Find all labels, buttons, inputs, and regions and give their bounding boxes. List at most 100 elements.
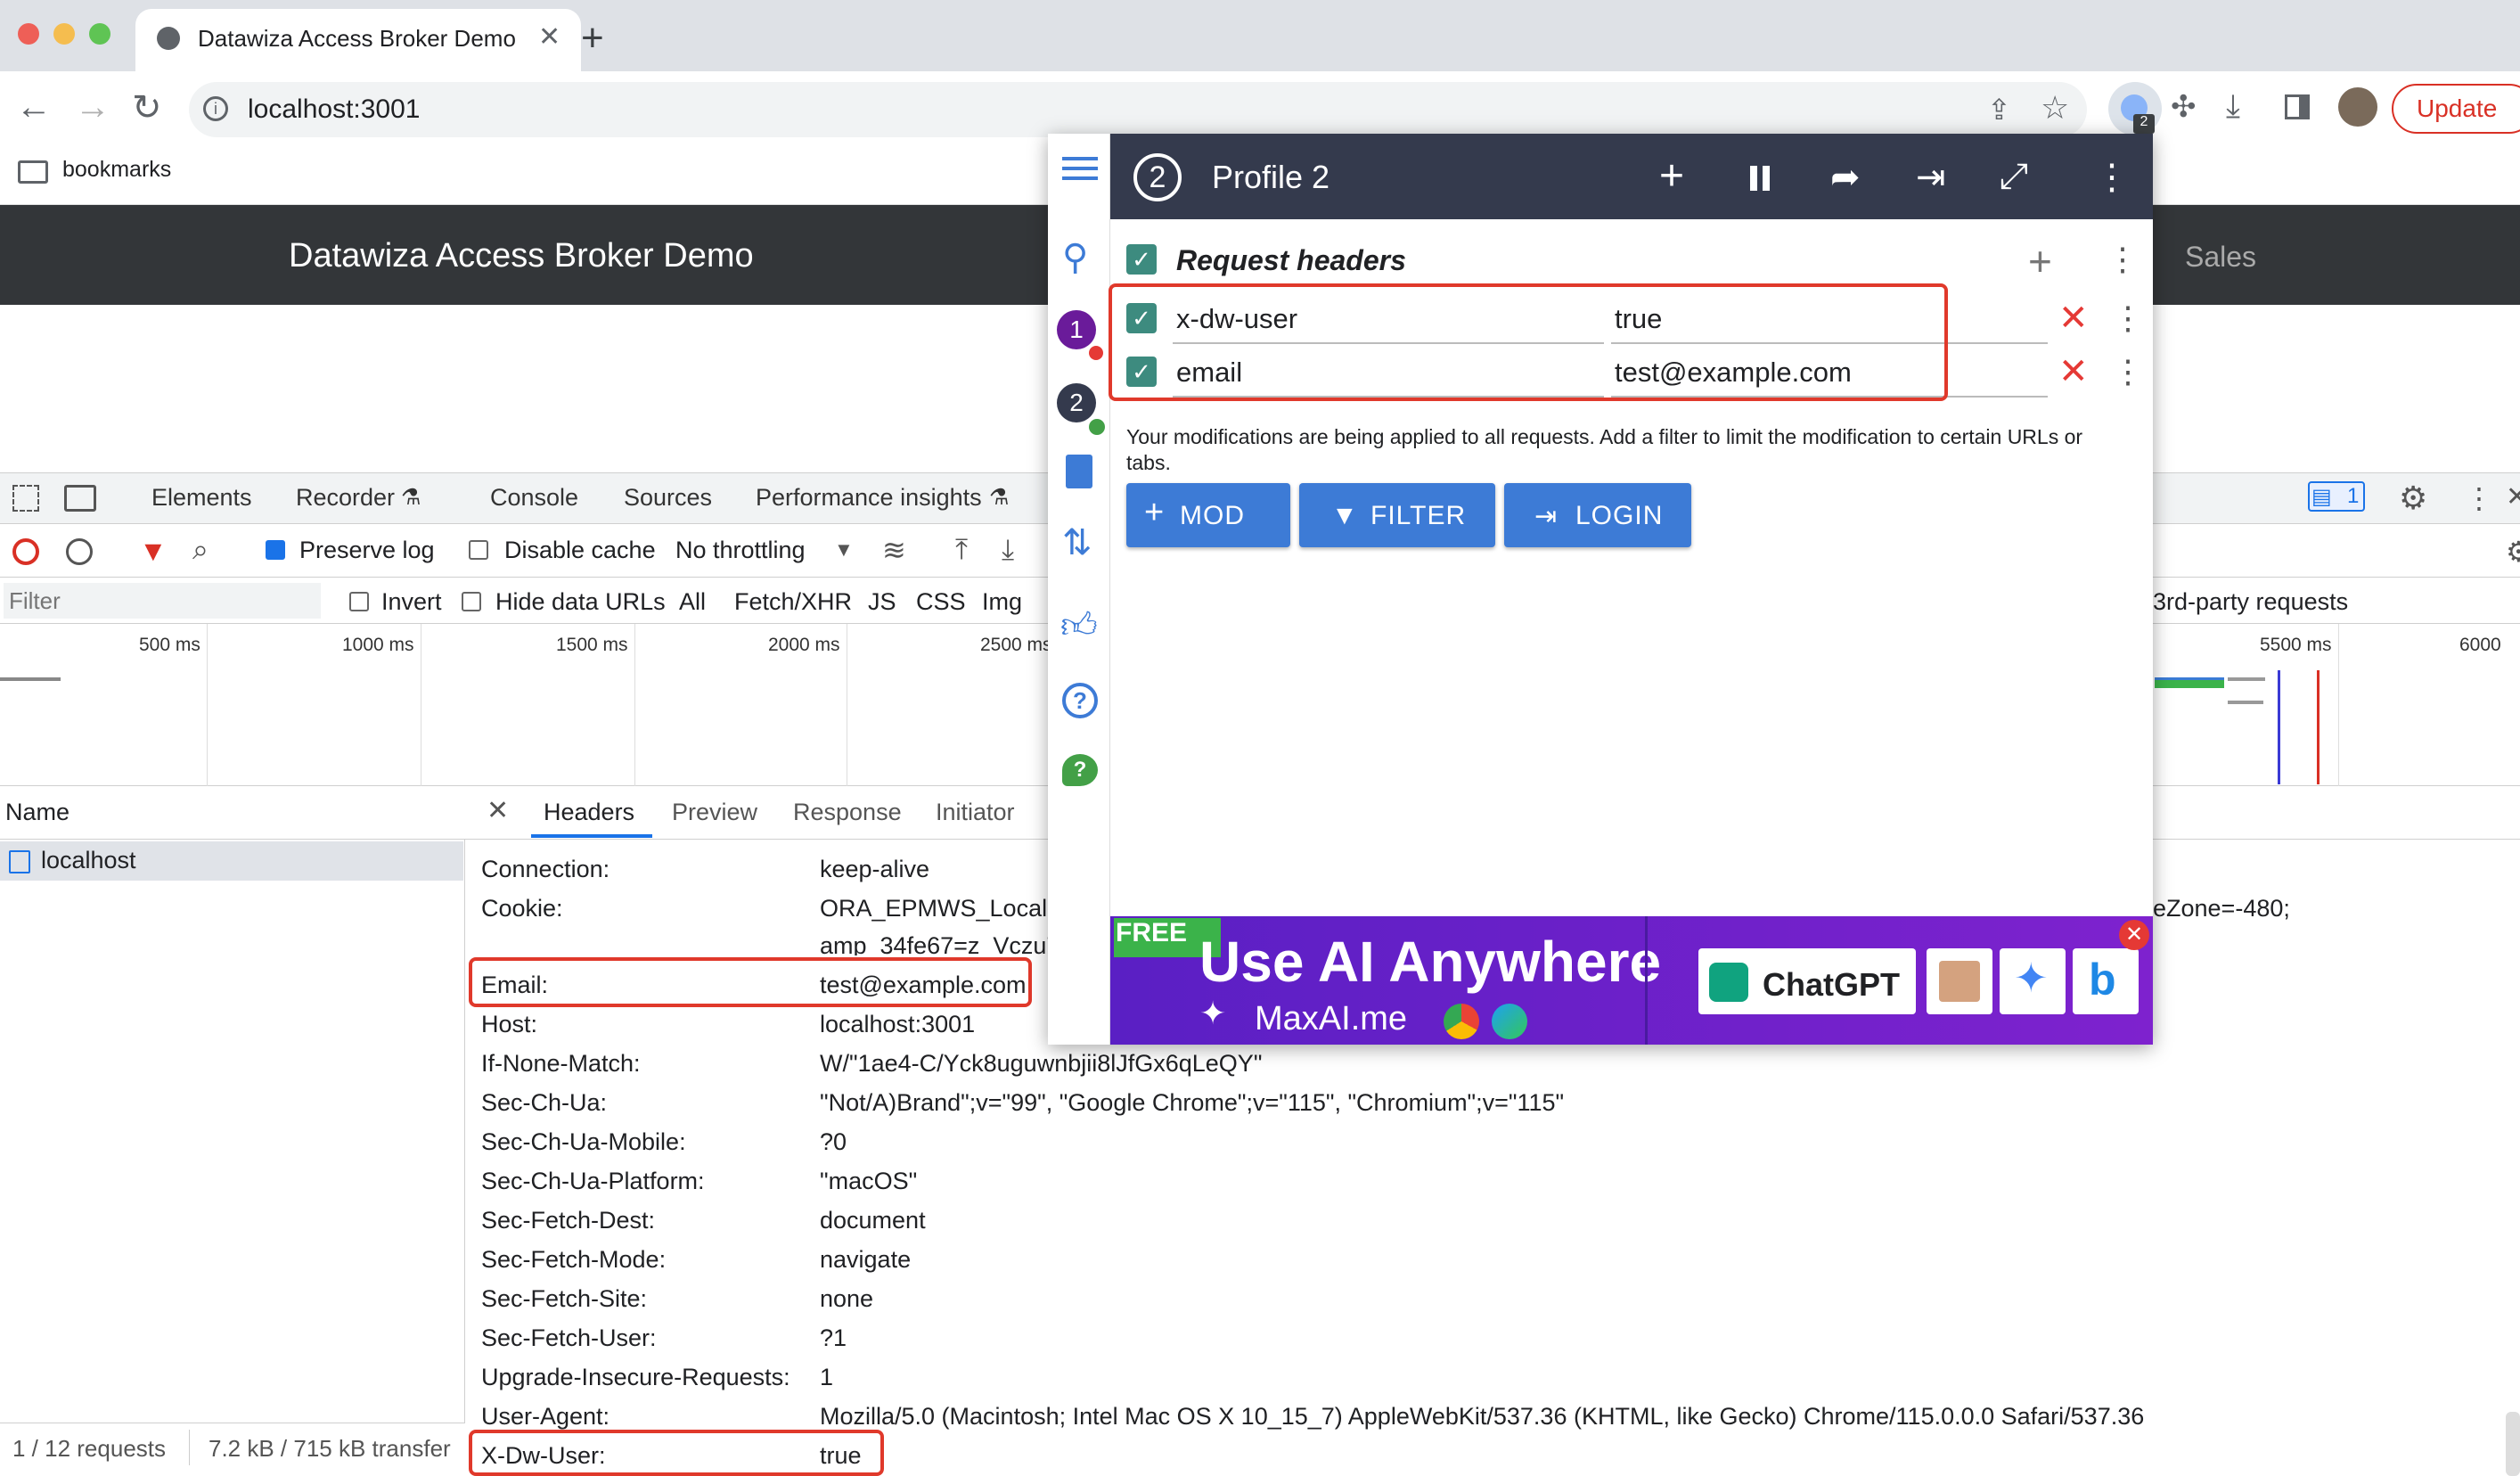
more-options-icon[interactable]: ⋮ [2094, 157, 2130, 198]
divider [189, 1430, 190, 1465]
filter-type-fetch-xhr[interactable]: Fetch/XHR [734, 588, 852, 616]
login-icon[interactable]: ⇥ [1916, 157, 1946, 198]
add-mod-label: MOD [1180, 501, 1245, 530]
minimize-window-button[interactable] [53, 23, 75, 45]
filter-type-css[interactable]: CSS [916, 588, 966, 616]
network-conditions-icon[interactable]: ≋ [882, 533, 906, 567]
profile-1-status-dot [1089, 346, 1103, 360]
section-menu-icon[interactable]: ⋮ [2107, 241, 2139, 278]
filter-type-js[interactable]: JS [868, 588, 896, 616]
hide-data-urls-checkbox[interactable] [462, 592, 481, 611]
profile-1-button[interactable]: 1 [1057, 310, 1096, 349]
url-text[interactable]: localhost:3001 [248, 94, 420, 125]
invert-checkbox[interactable] [349, 592, 369, 611]
detail-tab-response[interactable]: Response [793, 799, 902, 826]
close-ad-icon[interactable]: ✕ [2119, 920, 2149, 950]
header-key: Host: [481, 1011, 538, 1037]
filter-input[interactable] [4, 583, 321, 619]
filter-type-all[interactable]: All [679, 588, 706, 616]
import-har-icon[interactable]: ⤒ [955, 533, 968, 567]
throttling-select[interactable]: No throttling [675, 537, 806, 564]
reload-button[interactable]: ↻ [132, 87, 162, 128]
more-options-icon[interactable]: ⋮ [2465, 481, 2493, 515]
third-party-requests-label[interactable]: 3rd-party requests [2153, 588, 2348, 616]
chat-icon[interactable]: ? [1062, 754, 1098, 786]
expand-icon[interactable]: ⤢ [2000, 157, 2028, 197]
network-settings-icon[interactable]: ⚙ [2506, 535, 2520, 569]
profile-badge[interactable]: 2 [1133, 153, 1182, 201]
devtools-tab-sources[interactable]: Sources [624, 484, 712, 512]
puzzle-icon[interactable]: ✣ [2171, 89, 2197, 125]
issues-count: 1 [2347, 484, 2360, 508]
inspect-icon[interactable] [12, 485, 39, 512]
add-mod-button[interactable]: + MOD [1126, 483, 1290, 547]
sort-icon[interactable]: ⇅ [1062, 522, 1092, 563]
row-menu-icon[interactable]: ⋮ [2112, 353, 2144, 390]
filter-type-img[interactable]: Img [982, 588, 1022, 616]
disable-cache-checkbox[interactable] [469, 540, 488, 560]
info-icon[interactable]: i [203, 96, 228, 121]
bookmarks-folder[interactable]: bookmarks [62, 157, 171, 183]
detail-tab-initiator[interactable]: Initiator [936, 799, 1015, 826]
detail-tab-preview[interactable]: Preview [672, 799, 757, 826]
preserve-log-checkbox[interactable] [266, 540, 285, 560]
search-icon[interactable]: ⚲ [1062, 237, 1088, 278]
settings-gear-icon[interactable]: ⚙ [2399, 480, 2427, 517]
detail-tab-headers[interactable]: Headers [544, 799, 634, 826]
profile-title[interactable]: Profile 2 [1212, 159, 1330, 196]
forward-button[interactable]: → [75, 87, 110, 127]
close-tab-icon[interactable]: ✕ [538, 21, 560, 53]
export-har-icon[interactable]: ⤓ [1002, 533, 1014, 567]
update-label: Update [2417, 94, 2498, 122]
scrollbar[interactable] [2506, 1412, 2520, 1476]
name-header-label: Name [5, 799, 70, 825]
back-button[interactable]: ← [16, 87, 52, 127]
new-tab-button[interactable]: + [581, 16, 604, 61]
nav-link-sales[interactable]: Sales [2185, 241, 2256, 274]
bookmark-star-icon[interactable]: ☆ [2041, 89, 2069, 127]
close-detail-icon[interactable]: ✕ [487, 795, 509, 826]
request-name[interactable]: localhost [41, 847, 136, 874]
clear-icon[interactable] [66, 538, 93, 565]
header-value: W/"1ae4-C/Yck8uguwnbjii8lJfGx6qLeQY" [820, 1050, 1263, 1077]
hamburger-menu-icon[interactable] [1062, 157, 1098, 160]
record-stop-icon[interactable] [12, 538, 39, 565]
row-menu-icon[interactable]: ⋮ [2112, 299, 2144, 337]
pause-icon[interactable] [1750, 166, 1757, 191]
share-arrow-icon[interactable]: ➦ [1830, 157, 1861, 198]
header-value: ORA_EPMWS_Locale [820, 895, 1061, 922]
request-headers-checkbox[interactable]: ✓ [1126, 244, 1157, 275]
devtools-tab-performance-insights[interactable]: Performance insights [756, 484, 982, 512]
header-value: "macOS" [820, 1168, 918, 1194]
page-title[interactable]: Datawiza Access Broker Demo [289, 237, 754, 275]
download-icon[interactable]: ⤓ [2226, 87, 2240, 126]
address-bar[interactable] [189, 82, 2087, 137]
add-profile-icon[interactable] [1066, 455, 1092, 488]
side-panel-icon[interactable] [2285, 94, 2310, 119]
login-button[interactable]: ⇥ LOGIN [1504, 483, 1691, 547]
maximize-window-button[interactable] [89, 23, 110, 45]
device-toolbar-icon[interactable] [64, 485, 96, 512]
add-filter-button[interactable]: ▼ FILTER [1299, 483, 1495, 547]
delete-header-icon[interactable]: ✕ [2058, 351, 2089, 392]
timeline-tick: 6000 [2459, 635, 2501, 655]
devtools-tab-console[interactable]: Console [490, 484, 578, 512]
search-icon[interactable]: ⌕ [192, 533, 209, 567]
profile-2-button[interactable]: 2 [1057, 383, 1096, 422]
timeline-tick: 5500 ms [2260, 635, 2332, 655]
devtools-tab-elements[interactable]: Elements [151, 484, 252, 512]
timeline-tick: 2500 ms [980, 635, 1052, 655]
help-icon[interactable]: ? [1062, 683, 1098, 718]
devtools-tab-recorder[interactable]: Recorder [296, 484, 395, 512]
filter-funnel-icon[interactable]: ▼ [139, 535, 168, 568]
add-header-icon[interactable]: + [2028, 237, 2052, 285]
name-column-header[interactable] [0, 786, 465, 840]
thumbs-up-icon[interactable]: 👍︎ [1060, 604, 1098, 647]
delete-header-icon[interactable]: ✕ [2058, 298, 2089, 339]
add-icon[interactable]: + [1659, 152, 1684, 201]
share-icon[interactable]: ⇪ [1987, 93, 2011, 127]
close-devtools-icon[interactable]: ✕ [2506, 481, 2520, 512]
header-value: Mozilla/5.0 (Macintosh; Intel Mac OS X 1… [820, 1403, 2145, 1430]
avatar[interactable] [2338, 87, 2377, 127]
close-window-button[interactable] [18, 23, 39, 45]
